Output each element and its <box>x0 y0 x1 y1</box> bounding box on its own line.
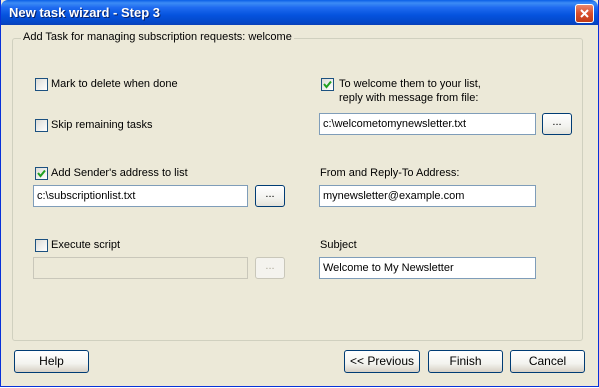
execute-script-checkbox[interactable] <box>35 239 48 252</box>
welcome-label-line2: reply with message from file: <box>339 92 479 104</box>
close-button[interactable] <box>575 4 594 23</box>
from-reply-address-input[interactable]: mynewsletter@example.com <box>319 185 536 207</box>
browse-welcome-file-button[interactable]: ... <box>542 113 572 135</box>
mark-delete-checkbox[interactable] <box>35 78 48 91</box>
subscription-list-file-input[interactable]: c:\subscriptionlist.txt <box>33 185 248 207</box>
welcome-message-file-input[interactable]: c:\welcometomynewsletter.txt <box>319 113 536 135</box>
window-title: New task wizard - Step 3 <box>9 5 160 20</box>
checkmark-icon <box>323 80 332 89</box>
mark-delete-label: Mark to delete when done <box>51 78 178 90</box>
subject-label: Subject <box>320 239 357 251</box>
checkmark-icon <box>37 169 46 178</box>
skip-remaining-label: Skip remaining tasks <box>51 119 153 131</box>
subject-input[interactable]: Welcome to My Newsletter <box>319 257 536 279</box>
browse-script-button[interactable]: ... <box>255 257 285 279</box>
add-sender-label: Add Sender's address to list <box>51 167 188 179</box>
script-file-input[interactable] <box>33 257 248 279</box>
help-button[interactable]: Help <box>14 350 89 373</box>
group-legend: Add Task for managing subscription reque… <box>21 31 294 43</box>
skip-remaining-checkbox[interactable] <box>35 119 48 132</box>
browse-subscription-list-button[interactable]: ... <box>255 185 285 207</box>
finish-button[interactable]: Finish <box>428 350 503 373</box>
title-bar: New task wizard - Step 3 <box>1 0 598 25</box>
from-reply-label: From and Reply-To Address: <box>320 167 460 179</box>
execute-script-label: Execute script <box>51 239 121 251</box>
close-icon <box>580 9 589 18</box>
welcome-label-line1: To welcome them to your list, <box>339 78 481 90</box>
previous-button[interactable]: << Previous <box>344 350 420 373</box>
cancel-button[interactable]: Cancel <box>510 350 585 373</box>
welcome-reply-checkbox[interactable] <box>321 78 334 91</box>
add-sender-checkbox[interactable] <box>35 167 48 180</box>
